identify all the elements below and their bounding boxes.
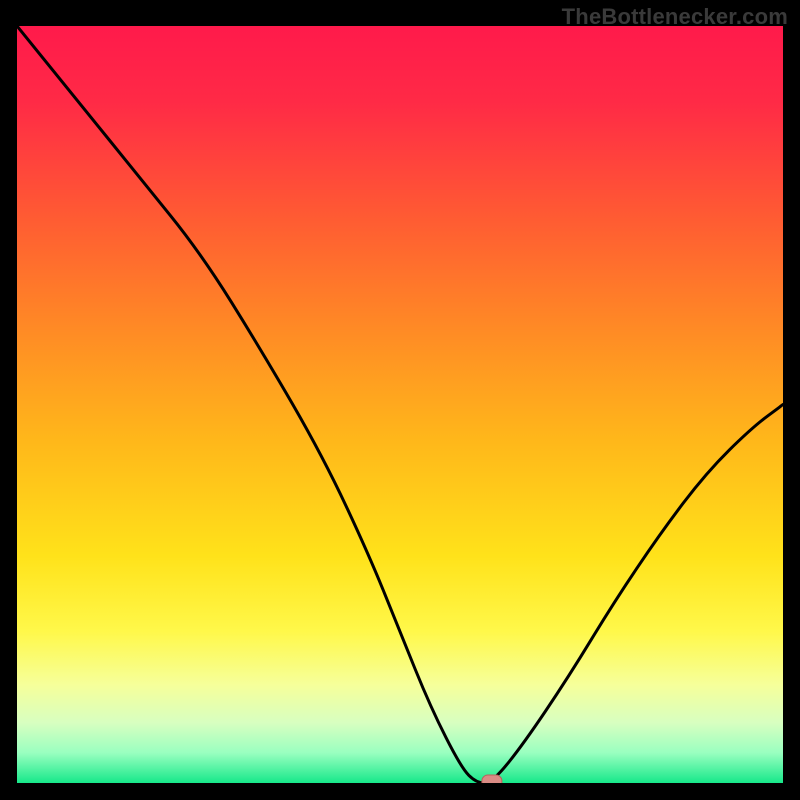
optimal-marker xyxy=(482,775,502,783)
plot-area xyxy=(17,26,783,783)
chart-frame: TheBottlenecker.com xyxy=(0,0,800,800)
chart-svg xyxy=(17,26,783,783)
watermark-text: TheBottlenecker.com xyxy=(562,4,788,30)
gradient-background xyxy=(17,26,783,783)
